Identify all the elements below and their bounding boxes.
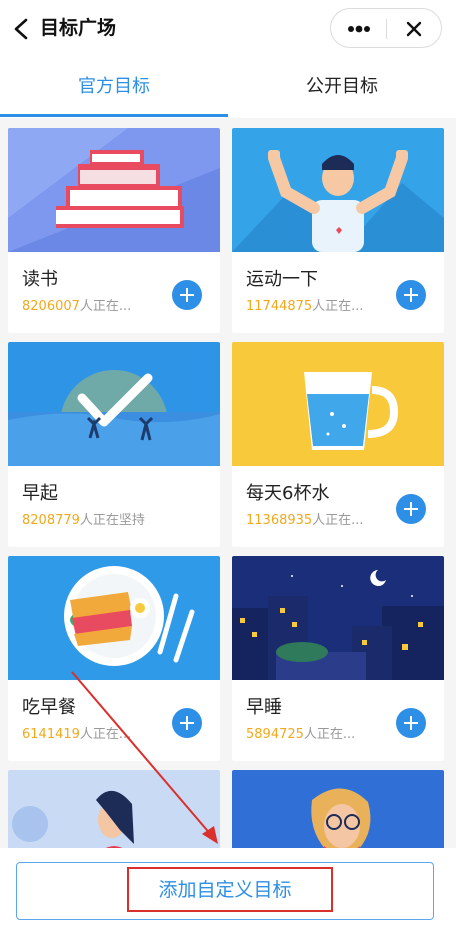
goal-name: 早睡 [246, 697, 282, 718]
add-goal-button[interactable] [172, 708, 202, 738]
add-goal-button[interactable] [172, 280, 202, 310]
goal-participant-count: 5894725人正在... [246, 727, 356, 742]
goal-participant-count: 11368935人正在... [246, 513, 364, 528]
tab-bar: 官方目标 公开目标 [0, 58, 456, 118]
mini-program-capsule [330, 8, 442, 48]
page-title: 目标广场 [40, 17, 117, 39]
goal-name: 每天6杯水 [246, 483, 330, 504]
goal-card-early-rise[interactable]: 早起 8208779人正在坚持 [8, 342, 220, 547]
goal-participant-count: 8206007人正在... [22, 299, 132, 314]
fitness-illustration [232, 128, 444, 252]
add-goal-button[interactable] [396, 280, 426, 310]
water-cup-illustration [232, 342, 444, 466]
active-tab-indicator [0, 114, 228, 117]
goal-participant-count: 11744875人正在... [246, 299, 364, 314]
goal-name: 运动一下 [246, 269, 318, 290]
tab-official-goals[interactable]: 官方目标 [0, 58, 228, 118]
add-goal-button[interactable] [396, 708, 426, 738]
goal-name: 读书 [22, 269, 58, 290]
annotation-highlight-box [127, 867, 333, 912]
capsule-divider [386, 19, 387, 39]
tab-public-goals[interactable]: 公开目标 [228, 58, 456, 118]
goal-participant-count: 6141419人正在... [22, 727, 132, 742]
add-goal-button[interactable] [396, 494, 426, 524]
goal-name: 早起 [22, 483, 58, 504]
books-illustration [8, 128, 220, 252]
goal-card-early-sleep[interactable]: 早睡 5894725人正在... [232, 556, 444, 761]
goal-card-breakfast[interactable]: 吃早餐 6141419人正在... [8, 556, 220, 761]
sunrise-illustration [8, 342, 220, 466]
goal-card-reading[interactable]: 读书 8206007人正在... [8, 128, 220, 333]
close-icon[interactable] [403, 19, 425, 39]
top-bar: 目标广场 [0, 0, 456, 58]
goal-card-exercise[interactable]: 运动一下 11744875人正在... [232, 128, 444, 333]
chevron-left-icon[interactable] [12, 18, 32, 40]
night-city-illustration [232, 556, 444, 680]
breakfast-illustration [8, 556, 220, 680]
goal-name: 吃早餐 [22, 697, 76, 718]
more-dots-icon[interactable] [346, 19, 372, 39]
goal-participant-count: 8208779人正在坚持 [22, 513, 145, 528]
goal-card-water[interactable]: 每天6杯水 11368935人正在... [232, 342, 444, 547]
